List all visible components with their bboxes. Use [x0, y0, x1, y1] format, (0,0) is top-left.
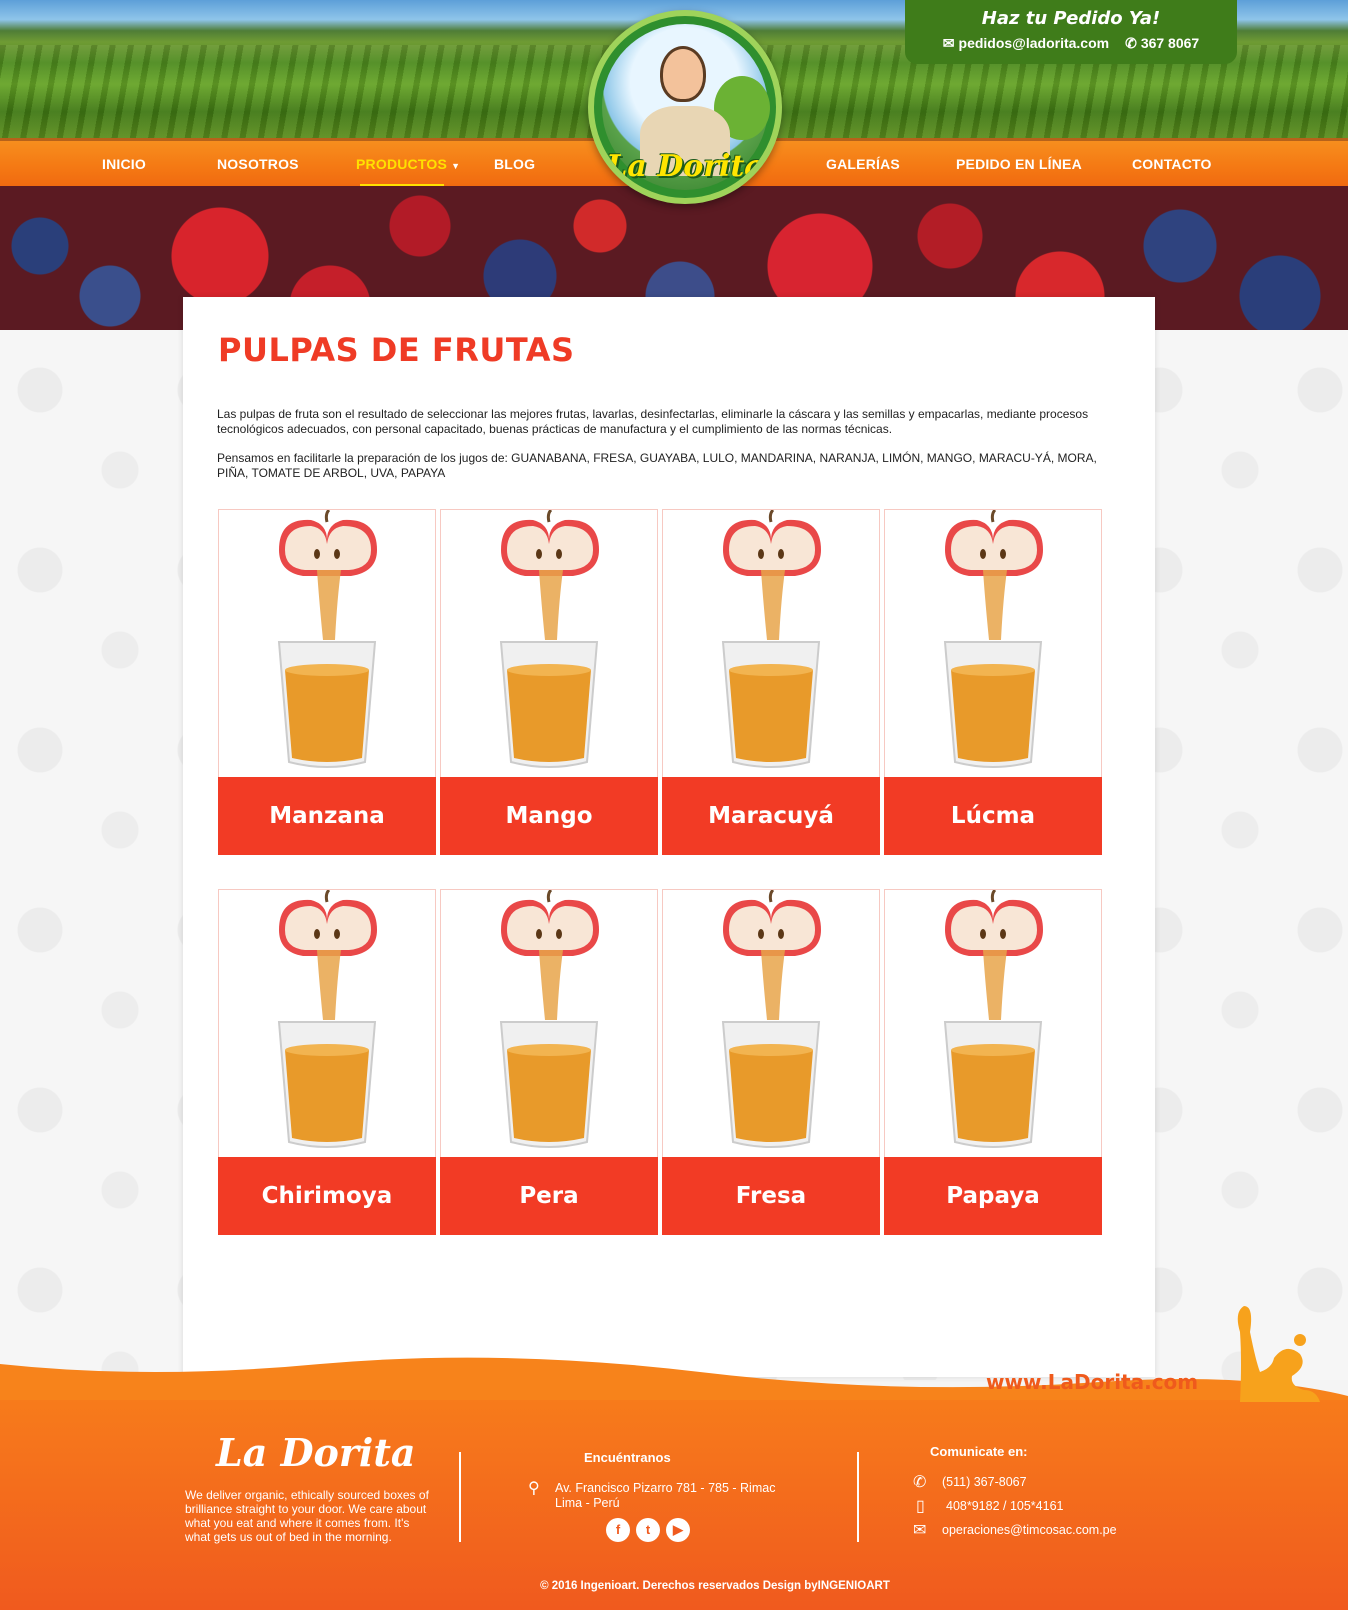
nav-galerias[interactable]: GALERÍAS [826, 156, 900, 172]
product-label: Manzana [218, 777, 436, 855]
content-card: PULPAS DE FRUTAS Las pulpas de fruta son… [183, 297, 1155, 1377]
orange-splash-icon [1237, 1306, 1320, 1402]
footer-mobile[interactable]: 408*9182 / 105*4161 [946, 1499, 1063, 1514]
copyright-text: © 2016 Ingenioart. Derechos reservados D… [540, 1580, 890, 1592]
product-card-chirimoya[interactable]: Chirimoya [218, 889, 436, 1235]
footer-divider [459, 1452, 461, 1542]
facebook-icon[interactable]: f [606, 1518, 630, 1542]
intro-text: Las pulpas de fruta son el resultado de … [217, 407, 1117, 481]
nav-nosotros[interactable]: NOSOTROS [217, 156, 299, 172]
juice-apple-image [721, 890, 823, 1149]
order-email-link[interactable]: ✉ pedidos@ladorita.com [943, 35, 1109, 52]
product-label: Papaya [884, 1157, 1102, 1235]
product-card-maracuya[interactable]: Maracuyá [662, 509, 880, 855]
envelope-icon: ✉ [942, 35, 955, 51]
product-card-lucma[interactable]: Lúcma [884, 509, 1102, 855]
product-label: Mango [440, 777, 658, 855]
product-card-papaya[interactable]: Papaya [884, 889, 1102, 1235]
product-label: Chirimoya [218, 1157, 436, 1235]
nav-pedido-en-linea[interactable]: PEDIDO EN LÍNEA [956, 156, 1082, 172]
order-title: Haz tu Pedido Ya! [981, 8, 1161, 29]
mobile-phone-icon: ▯ [916, 1498, 925, 1515]
product-label: Lúcma [884, 777, 1102, 855]
footer-about-text: We deliver organic, ethically sourced bo… [185, 1488, 429, 1544]
nav-productos[interactable]: PRODUCTOS ▼ [356, 156, 460, 172]
nav-contacto[interactable]: CONTACTO [1132, 156, 1212, 172]
juice-apple-image [499, 890, 601, 1149]
intro-paragraph-1: Las pulpas de fruta son el resultado de … [217, 407, 1089, 436]
product-label: Fresa [662, 1157, 880, 1235]
logo-wordmark: La Dorita [606, 149, 764, 184]
phone-icon: ✆ [1125, 35, 1137, 51]
logo-figure-face [660, 46, 706, 102]
la-dorita-logo[interactable]: La Dorita [588, 10, 782, 204]
find-us-heading: Encuéntranos [584, 1450, 671, 1465]
juice-apple-image [721, 510, 823, 769]
site-url-link[interactable]: www.LaDorita.com [986, 1370, 1198, 1394]
product-label: Pera [440, 1157, 658, 1235]
nav-inicio[interactable]: INICIO [102, 156, 146, 172]
social-links: f t ▶ [606, 1518, 690, 1542]
footer-divider [857, 1452, 859, 1542]
juice-apple-image [277, 510, 379, 769]
product-card-fresa[interactable]: Fresa [662, 889, 880, 1235]
juice-apple-image [499, 510, 601, 769]
phone-icon: ✆ [913, 1474, 927, 1491]
youtube-icon[interactable]: ▶ [666, 1518, 690, 1542]
footer-brand: La Dorita [216, 1430, 416, 1475]
chevron-down-icon: ▼ [451, 161, 461, 171]
product-card-manzana[interactable]: Manzana [218, 509, 436, 855]
nav-productos-label: PRODUCTOS [356, 156, 447, 172]
order-box: Haz tu Pedido Ya! ✉ pedidos@ladorita.com … [905, 0, 1237, 64]
juice-apple-image [943, 890, 1045, 1149]
order-contact-line: ✉ pedidos@ladorita.com ✆ 367 8067 [905, 35, 1237, 52]
address-line-2: Lima - Perú [555, 1496, 620, 1510]
intro-paragraph-2: Pensamos en facilitarle la preparación d… [217, 451, 1097, 480]
order-email: pedidos@ladorita.com [958, 35, 1110, 51]
page-title: PULPAS DE FRUTAS [218, 331, 575, 369]
order-phone-link[interactable]: ✆ 367 8067 [1125, 35, 1199, 52]
nav-blog[interactable]: BLOG [494, 156, 535, 172]
envelope-icon: ✉ [913, 1522, 927, 1539]
footer-email[interactable]: operaciones@timcosac.com.pe [942, 1523, 1117, 1538]
product-label: Maracuyá [662, 777, 880, 855]
footer-phone[interactable]: (511) 367-8067 [942, 1475, 1027, 1490]
juice-apple-image [943, 510, 1045, 769]
order-phone: 367 8067 [1140, 35, 1200, 51]
product-card-pera[interactable]: Pera [440, 889, 658, 1235]
location-pin-icon: ⚲ [528, 1480, 540, 1497]
product-card-mango[interactable]: Mango [440, 509, 658, 855]
twitter-icon[interactable]: t [636, 1518, 660, 1542]
contact-heading: Comunicate en: [930, 1444, 1028, 1459]
juice-apple-image [277, 890, 379, 1149]
address-line-1: Av. Francisco Pizarro 781 - 785 - Rimac [555, 1481, 776, 1495]
